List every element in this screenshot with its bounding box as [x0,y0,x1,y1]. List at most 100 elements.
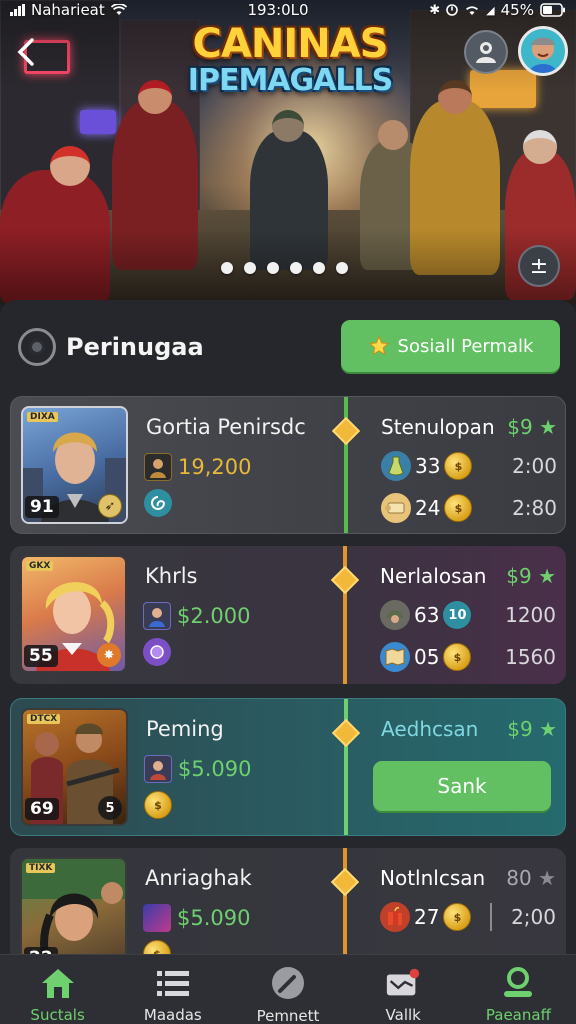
battery-percent: 45% [500,1,534,19]
helmet-icon [380,600,410,630]
nav-item-profile[interactable]: Paeanaff [461,955,576,1024]
offer-price: $9 [507,717,533,741]
offer-title: Nerlalosan [380,564,487,588]
bottom-nav: Suctals Maadas Pemnett Vallk Paeanaff [0,954,576,1024]
character-level: 55 [24,645,58,667]
coin-icon: $ [443,643,472,671]
star-icon [368,335,389,356]
nav-label: Paeanaff [485,1006,551,1024]
profile-avatar[interactable] [518,26,568,76]
offer-stat: 24 $ 2:80 [381,493,557,523]
character-portrait: DIXA 91 ➶ [21,406,128,524]
character-badges [144,489,172,517]
carousel-dot[interactable] [267,262,279,274]
section-header: Perinugaa Sosiall Permalk [18,320,560,374]
stat-time: 1560 [505,645,556,669]
coin-icon: $ [444,494,473,522]
diamond-icon [331,416,361,446]
sank-button[interactable]: Sank [373,761,551,811]
back-button[interactable] [10,34,42,70]
mail-icon [384,965,422,1000]
wifi-icon [466,6,479,15]
diamond-icon [330,565,360,595]
section-title: Perinugaa [66,333,204,361]
alarm-icon [446,4,458,16]
character-card[interactable]: GKX 55 ✸ Khrls $2.000 Nerlalosan $9 ★ 63… [10,546,566,684]
friends-icon [476,42,496,63]
content-panel: Perinugaa Sosiall Permalk DIXA 91 ➶ Gort… [0,300,576,986]
character-value-text: $5.090 [177,906,251,930]
orb-icon [143,638,171,666]
carousel-dot[interactable] [290,262,302,274]
avatar-face-icon [521,29,565,73]
nav-item-home[interactable]: Suctals [0,955,115,1024]
carousel-dots[interactable] [221,262,348,274]
card-offer: Stenulopan $9 ★ 33 $ 2:00 24 $ 2:80 [381,415,557,523]
stat-amount: 63 [414,603,440,627]
nav-item-list[interactable]: Maadas [115,955,230,1024]
profile-icon [499,965,537,1000]
coin-icon: $ [443,903,472,931]
plus-minus-icon: ± [529,253,549,279]
friends-button[interactable] [464,30,508,74]
special-offer-button[interactable]: Sosiall Permalk [341,320,560,372]
character-level: 91 [25,496,59,518]
special-button-label: Sosiall Permalk [397,335,534,357]
map-icon [380,642,410,672]
potion-icon [381,451,411,481]
nav-label: Suctals [30,1006,85,1024]
rank-tag: DTCX [27,714,61,724]
character-mini-icon [143,602,171,630]
battery-icon [540,3,565,17]
status-time: 193:0L0 [247,1,309,19]
offer-stat: 63 10 1200 [380,600,556,630]
stat-amount: 27 [414,905,440,929]
slot-count: 5 [98,796,122,820]
star-icon: ★ [538,866,556,890]
nav-label: Vallk [385,1006,421,1024]
stat-separator [490,903,493,931]
character-value-text: $5.090 [178,757,252,781]
logo-title: CANINAS [192,21,389,67]
offer-stat: 27 $ 2;00 [380,902,556,932]
stat-time: 2;00 [511,905,556,929]
scroll-icon [381,493,411,523]
stat-amount: 33 [415,454,441,478]
character-level: 69 [25,798,59,820]
home-icon [39,965,77,1000]
carousel-dot[interactable] [336,262,348,274]
offer-title: Aedhcsan [381,717,479,741]
stat-badge: 10 [443,601,472,629]
character-card[interactable]: DTCX 69 5 Peming $5.090 $ Aedhcsan $9 ★ … [10,698,566,836]
offer-stat: 33 $ 2:00 [381,451,557,481]
carousel-dot[interactable] [244,262,256,274]
logo-subtitle: IPEMAGALLS [187,63,393,98]
stat-amount: 05 [414,645,440,669]
offer-title: Stenulopan [381,415,495,439]
carousel-dot[interactable] [221,262,233,274]
coin-icon: $ [144,791,172,819]
rank-tag: GKX [26,561,54,571]
bluetooth-icon: ✱ [429,2,441,18]
character-value: $5.090 [143,904,250,932]
card-offer: Notlnlcsan 80 ★ 27 $ 2;00 [380,866,556,932]
offer-price: $9 [507,415,533,439]
star-icon: ★ [538,564,556,588]
chevron-left-icon [17,38,34,66]
carrier-name: Naharieat [31,1,105,19]
target-icon [18,328,56,366]
character-mini-icon [144,453,172,481]
diamond-icon [330,867,360,897]
character-badges: $ [144,791,172,819]
wifi-icon [110,4,127,15]
card-offer: Aedhcsan $9 ★ [381,717,557,741]
character-value: $2.000 [143,602,250,630]
character-mini-icon [143,904,171,932]
add-button[interactable]: ± [518,245,560,287]
nav-item-mail[interactable]: Vallk [346,955,461,1024]
list-icon [154,965,192,1000]
nav-item-pen[interactable]: Pemnett [230,955,345,1024]
stat-time: 2:00 [512,454,557,478]
character-card[interactable]: DIXA 91 ➶ Gortia Penirsdc 19,200 Stenulo… [10,396,566,534]
carousel-dot[interactable] [313,262,325,274]
